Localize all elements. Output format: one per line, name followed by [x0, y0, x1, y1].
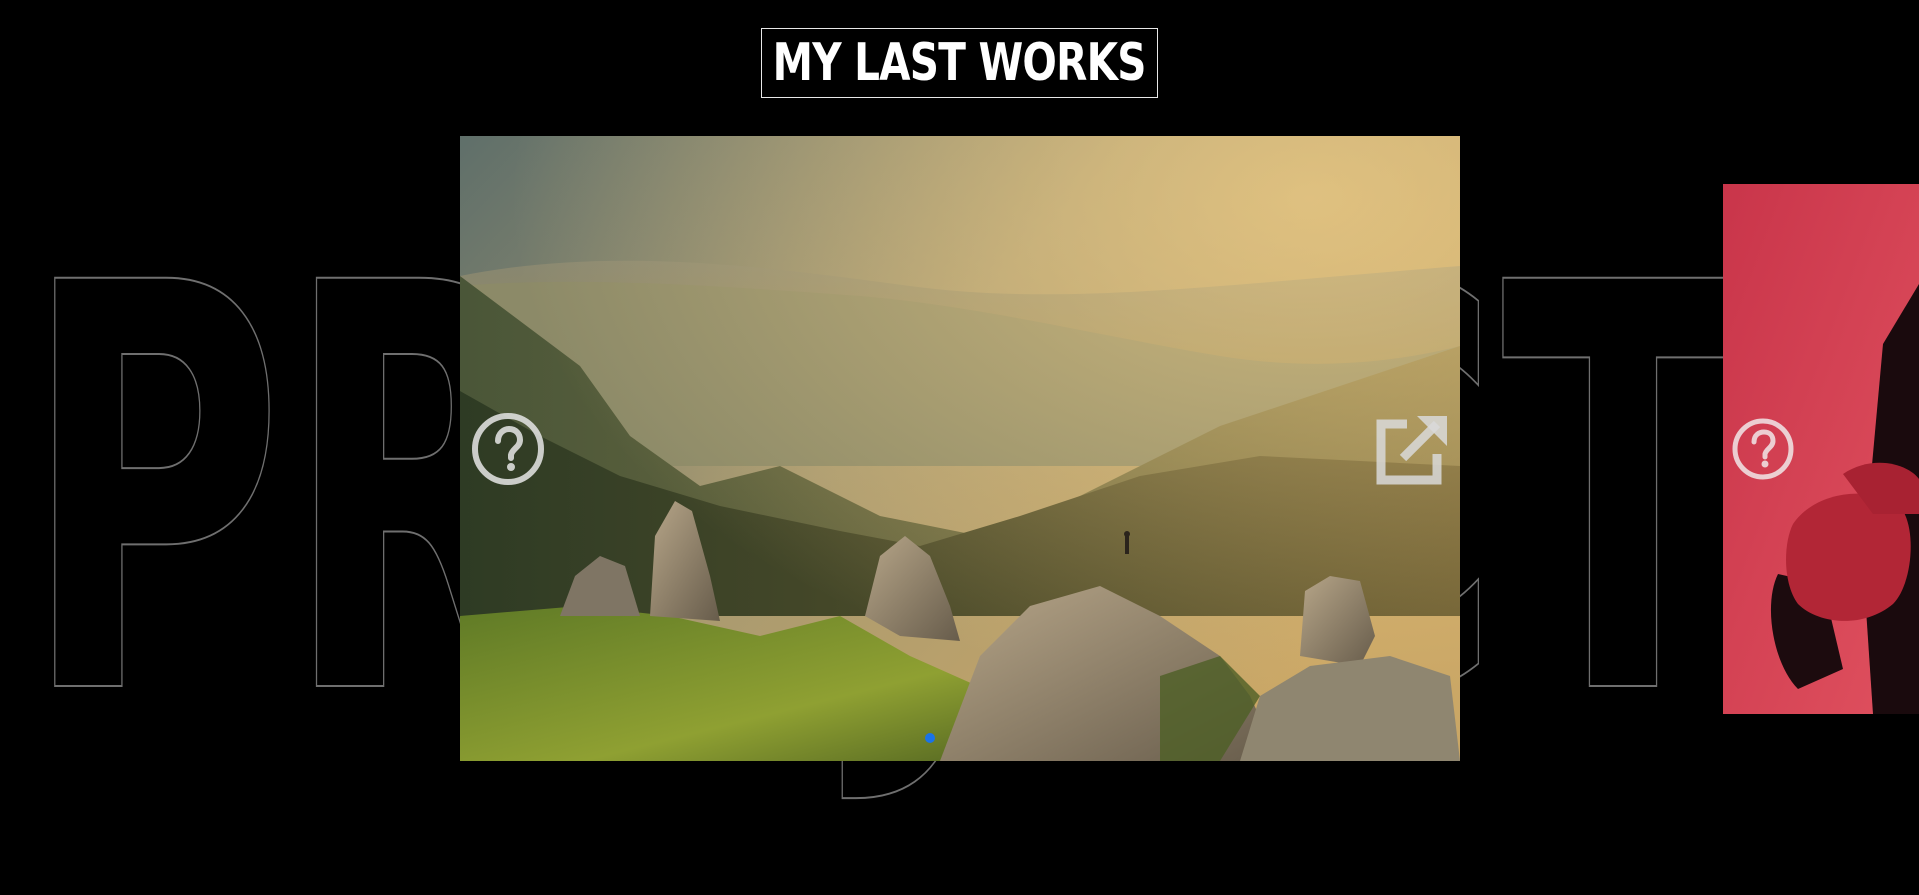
projects-section: PROJECTS MY LAST WORKS [0, 0, 1919, 895]
slide-mountain-landscape[interactable] [460, 136, 1460, 761]
question-circle-icon[interactable] [471, 412, 545, 486]
pagination-dot-active[interactable] [925, 733, 935, 743]
external-link-icon[interactable] [1373, 410, 1451, 488]
question-circle-icon[interactable] [1731, 417, 1795, 481]
slider-pagination [925, 733, 935, 743]
mountain-landscape-image [460, 136, 1460, 761]
